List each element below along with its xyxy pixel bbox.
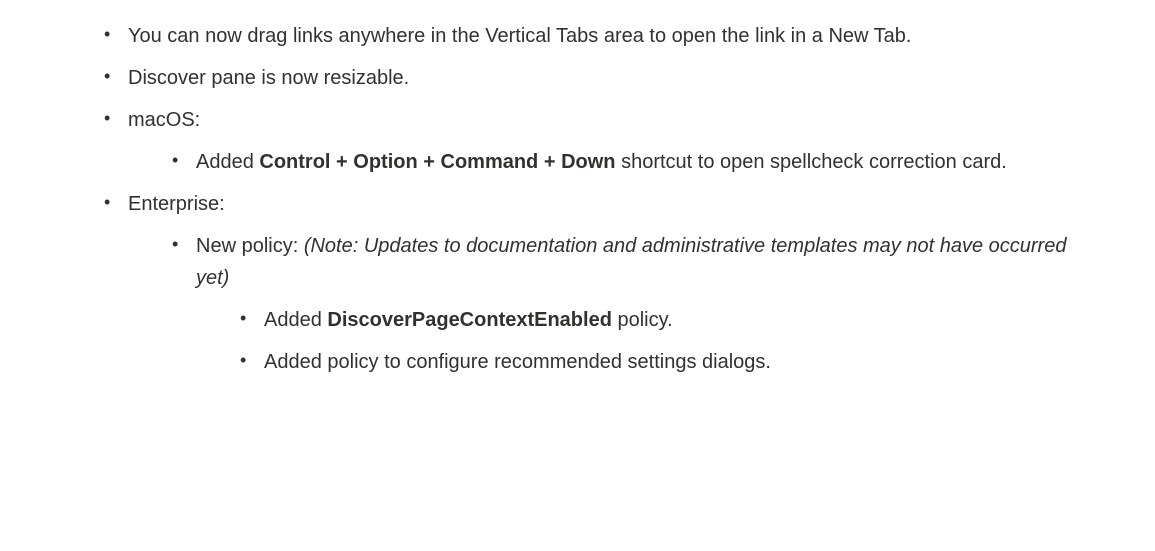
item-prefix: Added [196, 151, 259, 173]
item-label: Enterprise: [128, 193, 225, 215]
sublist: Added DiscoverPageContextEnabled policy.… [236, 304, 1095, 378]
sublist: New policy: (Note: Updates to documentat… [168, 230, 1095, 378]
item-text: Discover pane is now resizable. [128, 67, 409, 89]
list-item: Added policy to configure recommended se… [236, 346, 1095, 378]
list-item: New policy: (Note: Updates to documentat… [168, 230, 1095, 378]
list-item: macOS: Added Control + Option + Command … [100, 104, 1095, 178]
list-item: You can now drag links anywhere in the V… [100, 20, 1095, 52]
list-item: Enterprise: New policy: (Note: Updates t… [100, 188, 1095, 378]
item-prefix: Added [264, 309, 327, 331]
item-text: You can now drag links anywhere in the V… [128, 25, 911, 47]
list-item: Added Control + Option + Command + Down … [168, 146, 1095, 178]
item-label: macOS: [128, 109, 200, 131]
list-item: Discover pane is now resizable. [100, 62, 1095, 94]
sublist: Added Control + Option + Command + Down … [168, 146, 1095, 178]
item-bold: Control + Option + Command + Down [259, 151, 615, 173]
item-suffix: policy. [612, 309, 673, 331]
item-italic: (Note: Updates to documentation and admi… [196, 235, 1066, 289]
release-notes-list: You can now drag links anywhere in the V… [100, 20, 1095, 378]
item-suffix: shortcut to open spellcheck correction c… [616, 151, 1007, 173]
list-item: Added DiscoverPageContextEnabled policy. [236, 304, 1095, 336]
item-prefix: New policy: [196, 235, 304, 257]
item-bold: DiscoverPageContextEnabled [327, 309, 612, 331]
item-text: Added policy to configure recommended se… [264, 351, 771, 373]
